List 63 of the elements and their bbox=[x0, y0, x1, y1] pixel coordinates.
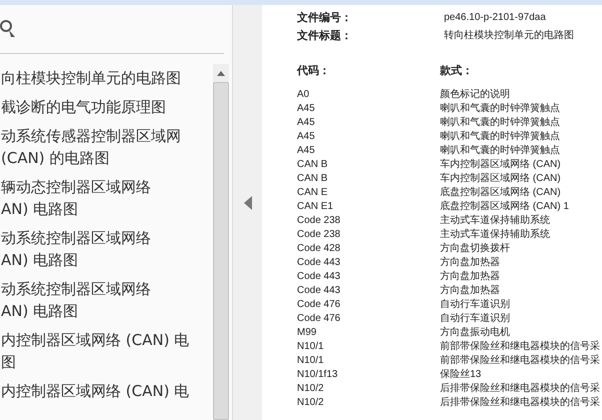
description-cell: 自动行车道识别 bbox=[440, 312, 510, 326]
code-cell-text: N10/2 bbox=[297, 382, 325, 396]
description-cell: 底盘控制器区域网络 (CAN) bbox=[440, 186, 561, 200]
description-cell: 前部带保险丝和继电器模块的信号采 bbox=[440, 340, 600, 354]
code-cell-text: Code 476 bbox=[297, 312, 342, 326]
field-value: pe46.10-p-2101-97daa bbox=[444, 11, 546, 25]
code-cell-text: CAN E1 bbox=[297, 200, 334, 214]
description-cell: 喇叭和气囊的时钟弹簧触点 bbox=[440, 116, 560, 130]
code-cell-text: CAN B bbox=[297, 158, 329, 172]
field-label: 文件标题： bbox=[297, 28, 353, 44]
description-cell: 方向盘加热器 bbox=[440, 284, 500, 298]
description-cell: 方向盘切换拨杆 bbox=[440, 242, 510, 256]
description-cell: 喇叭和气囊的时钟弹簧触点 bbox=[440, 144, 560, 158]
sidebar-item[interactable]: 向柱模块控制单元的电路图 bbox=[0, 64, 181, 93]
code-cell-text: N10/1 bbox=[297, 354, 325, 368]
code-cell-text: Code 476 bbox=[297, 298, 342, 312]
description-cell: 喇叭和气囊的时钟弹簧触点 bbox=[440, 130, 560, 144]
code-cell-text: Code 238 bbox=[297, 228, 342, 242]
description-cell: 方向盘加热器 bbox=[440, 270, 500, 284]
sidebar-item[interactable]: 截诊断的电气功能原理图 bbox=[0, 93, 166, 122]
description-cell: 主动式车道保持辅助系统 bbox=[440, 228, 550, 242]
code-cell-text: A45 bbox=[297, 116, 316, 130]
sidebar-item[interactable]: 动系统传感器控制器区域网 (CAN) 的电路图 bbox=[0, 122, 181, 173]
code-cell-text: N10/1 bbox=[297, 340, 325, 354]
code-cell-text: Code 443 bbox=[297, 284, 342, 298]
code-cell-text: Code 428 bbox=[297, 242, 342, 256]
code-cell-text: M99 bbox=[297, 326, 318, 340]
code-cell-text: A0 bbox=[297, 88, 310, 102]
search-icon[interactable] bbox=[0, 19, 18, 39]
code-cell-text: N10/1f13 bbox=[297, 368, 339, 382]
description-cell: 自动行车道识别 bbox=[440, 298, 510, 312]
code-cell-text: CAN B bbox=[297, 172, 329, 186]
code-cell-text: Code 443 bbox=[297, 270, 342, 284]
sidebar-item[interactable]: 动系统控制器区域网络 AN) 电路图 bbox=[0, 275, 151, 326]
code-cell-text: Code 238 bbox=[297, 214, 342, 228]
description-cell: 主动式车道保持辅助系统 bbox=[440, 214, 550, 228]
code-cell-text: Code 443 bbox=[297, 256, 342, 270]
column-header: 款式： bbox=[440, 64, 473, 78]
field-label: 文件编号： bbox=[297, 10, 353, 26]
description-cell: 车内控制器区域网络 (CAN) bbox=[440, 158, 561, 172]
description-cell: 保险丝13 bbox=[440, 368, 482, 382]
description-cell: 颜色标记的说明 bbox=[440, 88, 510, 102]
sidebar-item[interactable]: 内控制器区域网络 (CAN) 电 图 bbox=[0, 326, 190, 377]
sidebar-item[interactable]: 动系统控制器区域网络 AN) 电路图 bbox=[0, 224, 151, 275]
description-cell: 方向盘振动电机 bbox=[440, 326, 510, 340]
description-cell: 后排带保险丝和继电器模块的信号采 bbox=[440, 396, 600, 410]
description-cell: 方向盘加热器 bbox=[440, 256, 500, 270]
description-cell: 前部带保险丝和继电器模块的信号采 bbox=[440, 354, 600, 368]
description-cell: 车内控制器区域网络 (CAN) bbox=[440, 172, 561, 186]
collapse-arrow-icon[interactable] bbox=[244, 196, 252, 210]
code-cell-text: A45 bbox=[297, 102, 316, 116]
sidebar-item[interactable]: 内控制器区域网络 (CAN) 电 bbox=[0, 377, 190, 406]
code-cell-text: N10/2 bbox=[297, 396, 325, 410]
code-cell-text: A45 bbox=[297, 130, 316, 144]
scrollbar-thumb[interactable] bbox=[213, 82, 229, 420]
description-cell: 底盘控制器区域网络 (CAN) 1 bbox=[440, 200, 569, 214]
description-cell: 后排带保险丝和继电器模块的信号采 bbox=[440, 382, 600, 396]
description-cell: 喇叭和气囊的时钟弹簧触点 bbox=[440, 102, 560, 116]
code-cell-text: A45 bbox=[297, 144, 316, 158]
column-header: 代码： bbox=[297, 64, 331, 78]
code-cell-text: CAN E bbox=[297, 186, 329, 200]
field-value: 转向柱模块控制单元的电路图 bbox=[444, 28, 574, 43]
sidebar-item[interactable]: 辆动态控制器区域网络 AN) 电路图 bbox=[0, 173, 151, 224]
